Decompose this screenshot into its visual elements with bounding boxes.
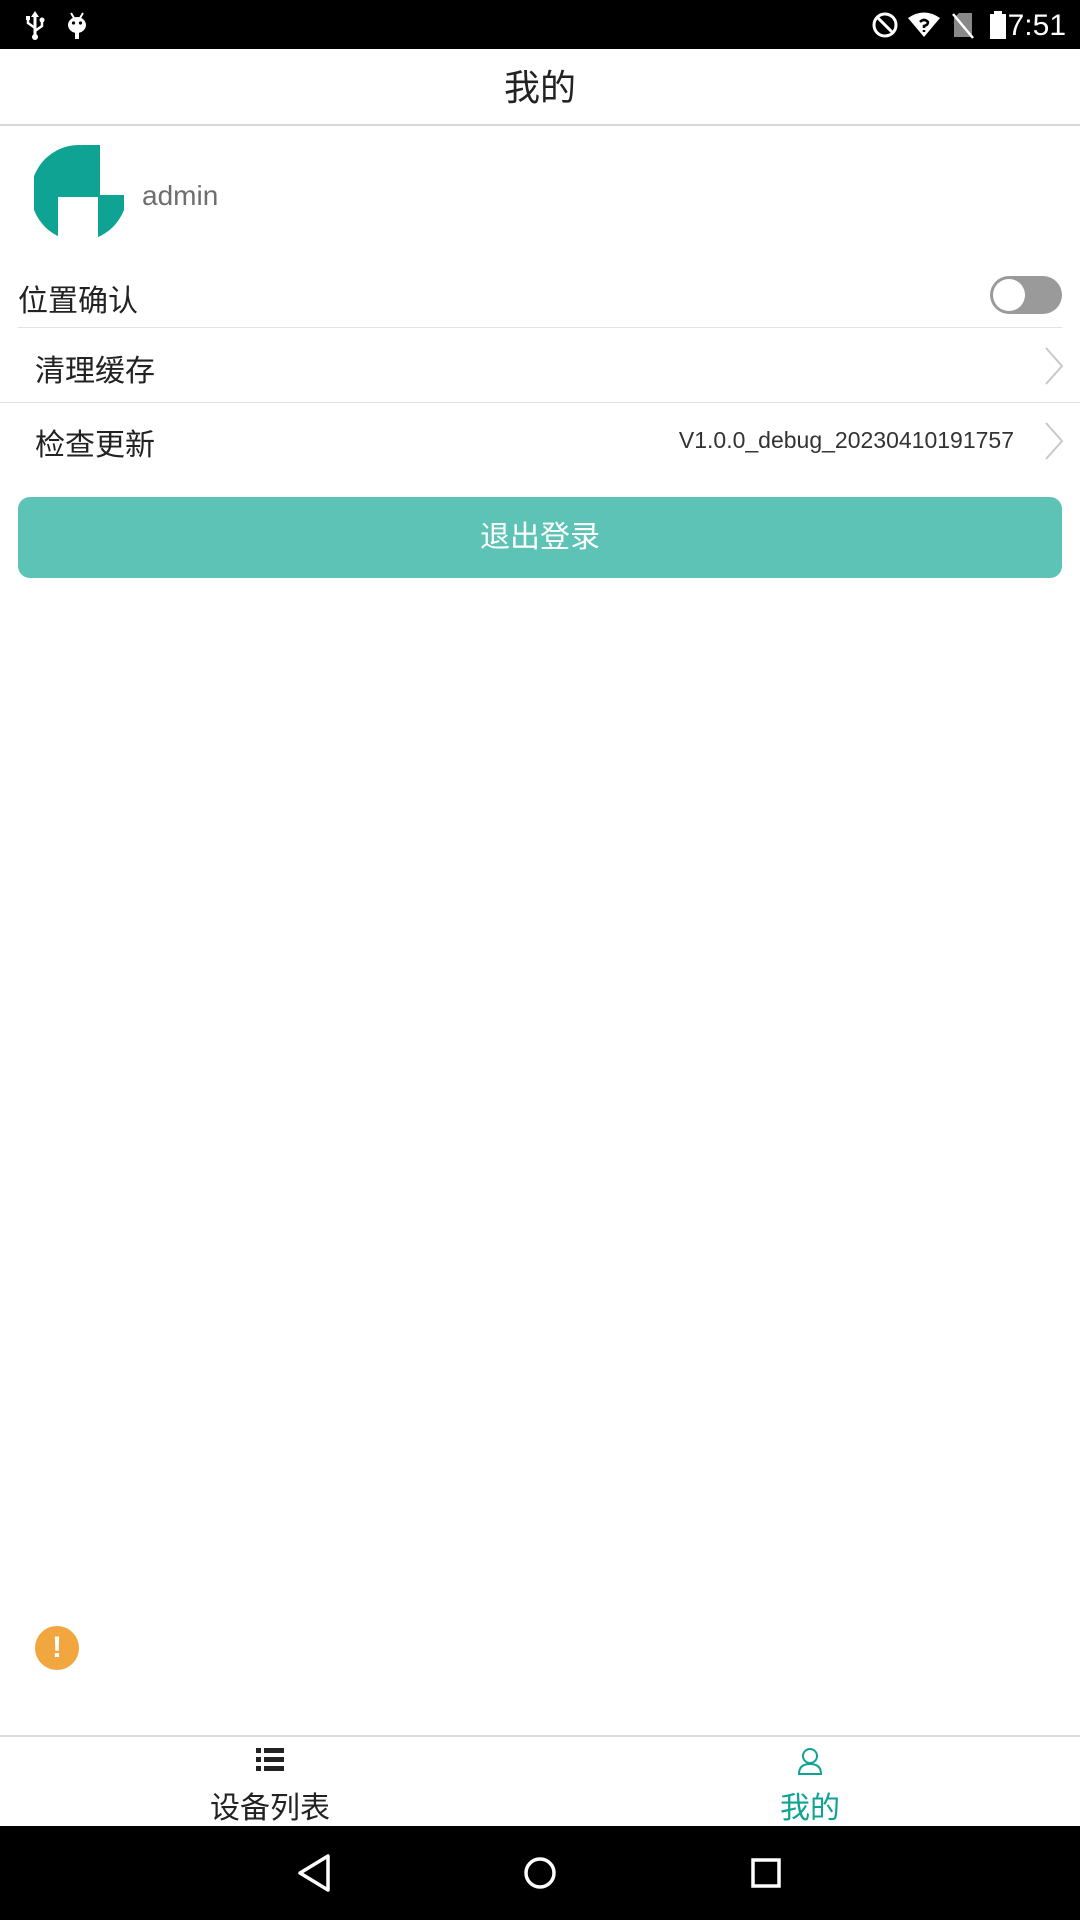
clear-cache-row[interactable]: 清理缓存 [0, 328, 1080, 402]
check-update-row[interactable]: 检查更新 V1.0.0_debug_20230410191757 [0, 403, 1080, 479]
clear-cache-label: 清理缓存 [35, 354, 155, 389]
location-confirm-label: 位置确认 [18, 284, 138, 319]
list-icon [256, 1747, 284, 1777]
bottom-nav: 设备列表 我的 [0, 1735, 1080, 1827]
system-nav-bar [0, 1826, 1080, 1920]
version-text: V1.0.0_debug_20230410191757 [678, 427, 1014, 453]
do-not-disturb-icon [870, 0, 900, 49]
usb-icon [20, 0, 50, 49]
location-confirm-toggle[interactable] [990, 275, 1062, 315]
tab-mine[interactable]: 我的 [540, 1737, 1080, 1827]
home-icon[interactable] [513, 1846, 567, 1900]
chevron-right-icon [1045, 422, 1064, 460]
android-debug-icon [62, 0, 92, 49]
page-title: 我的 [503, 68, 576, 109]
recents-icon[interactable] [739, 1846, 793, 1900]
wifi-icon [906, 0, 942, 49]
username: admin [142, 180, 219, 211]
chevron-right-icon [1045, 347, 1064, 385]
location-confirm-row: 位置确认 [0, 270, 1080, 328]
logout-button[interactable]: 退出登录 [18, 497, 1062, 578]
person-icon [797, 1747, 823, 1779]
tab-device-list-label: 设备列表 [210, 1791, 330, 1826]
tab-device-list[interactable]: 设备列表 [0, 1737, 540, 1827]
warning-icon[interactable]: ! [35, 1626, 79, 1670]
status-bar: 7:51 [0, 0, 1080, 49]
avatar[interactable] [30, 144, 128, 243]
check-update-label: 检查更新 [35, 428, 155, 463]
back-icon[interactable] [287, 1846, 341, 1900]
battery-icon [986, 0, 1010, 49]
tab-mine-label: 我的 [780, 1791, 840, 1826]
title-bar: 我的 [0, 49, 1080, 126]
status-time: 7:51 [1007, 9, 1066, 42]
no-sim-icon [950, 0, 976, 49]
